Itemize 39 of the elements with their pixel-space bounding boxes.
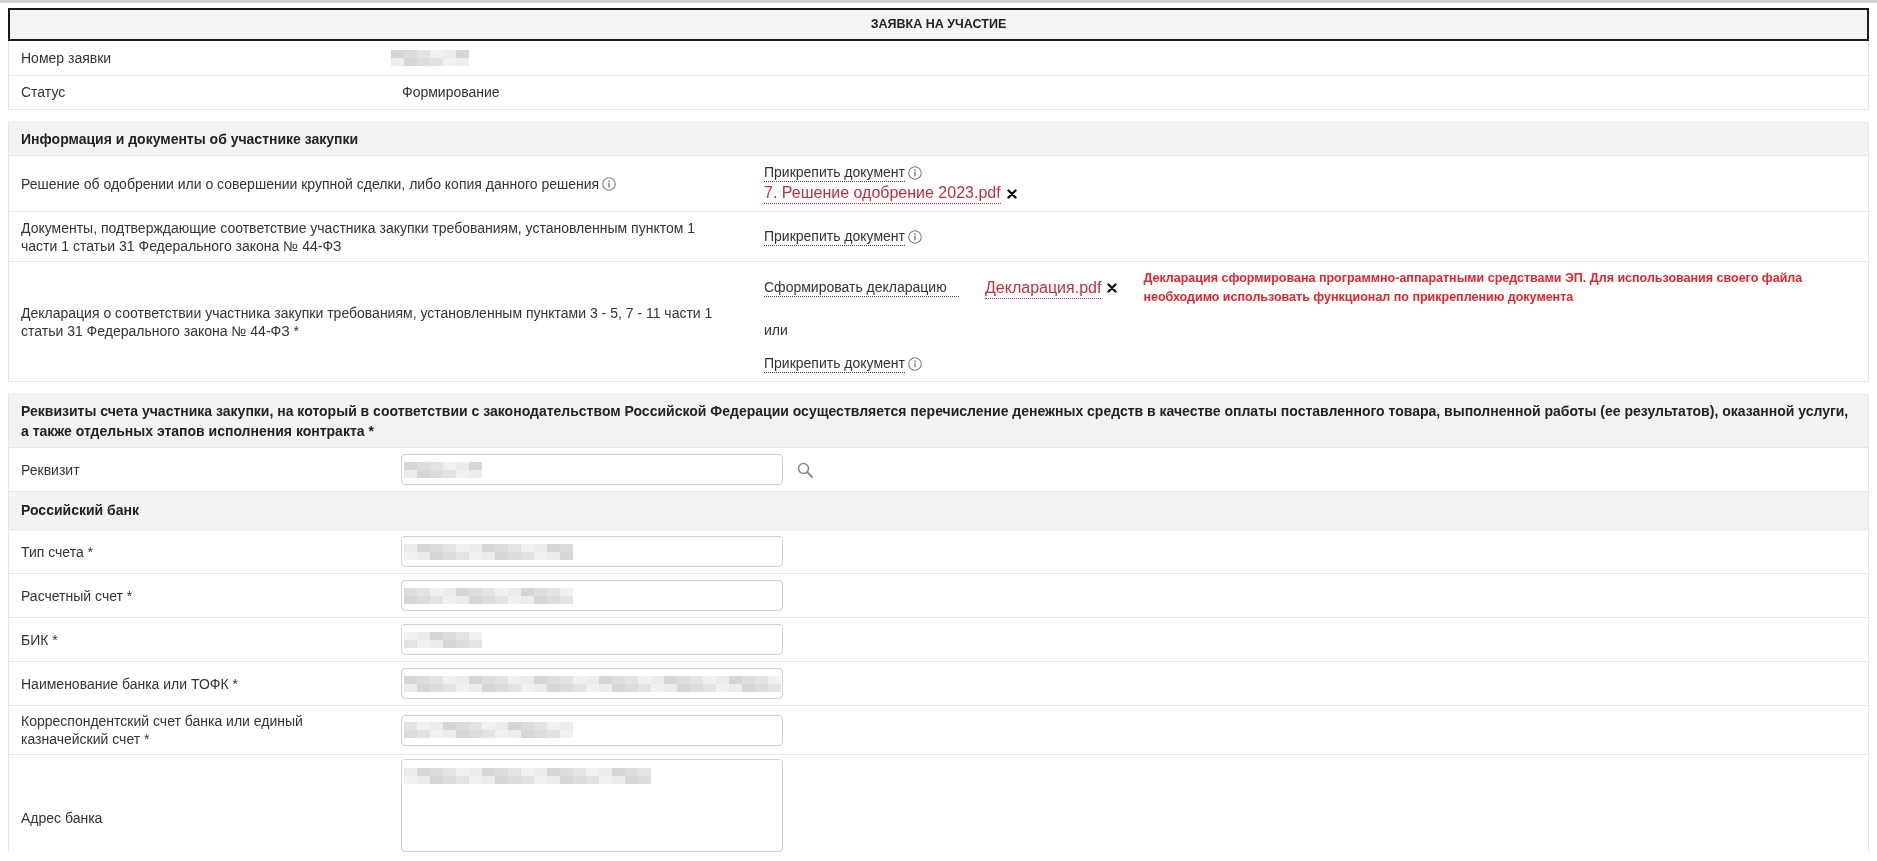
section-header: Реквизиты счета участника закупки, на который в соответствии с законодательством Российской Федерации осуществляется перечисление денежных средств в качестве оплаты поставленного товара, выполненной работы (ее результатов), оказанной услуги, а также отдельных этапов исполнения контракта *: [9, 395, 1868, 447]
requirement-label: Документы, подтверждающие соответствие участника закупки требованиям, установленным пунктом 1 части 1 статьи 31 Федерального закона № 44-ФЗ: [21, 219, 696, 254]
attach-document-link[interactable]: Прикрепить документ: [764, 164, 905, 182]
close-icon[interactable]: [1006, 188, 1017, 199]
field-label: Наименование банка или ТОФК *: [20, 674, 239, 693]
form-title: ЗАЯВКА НА УЧАСТИЕ: [8, 8, 1869, 41]
field-label: БИК *: [20, 630, 59, 649]
text-field[interactable]: [401, 536, 783, 567]
text-field[interactable]: [401, 454, 783, 485]
field-label: Номер заявки: [20, 48, 113, 68]
close-icon[interactable]: [1107, 283, 1118, 293]
file-link[interactable]: 7. Решение одобрение 2023.pdf: [764, 183, 1001, 204]
info-icon[interactable]: [908, 357, 922, 371]
attach-document-link[interactable]: Прикрепить документ: [764, 227, 905, 246]
field-label: Реквизит: [20, 460, 81, 479]
text-field[interactable]: [401, 624, 783, 655]
file-link[interactable]: Декларация.pdf: [985, 277, 1102, 299]
field-value: Формирование: [402, 83, 500, 102]
info-icon[interactable]: [908, 229, 922, 244]
section-header: Информация и документы об участнике закупки: [9, 123, 1868, 155]
subsection-header: Российский банк: [9, 491, 1868, 529]
generate-declaration-link[interactable]: Сформировать декларацию: [764, 279, 947, 296]
field-label: Тип счета *: [20, 542, 95, 561]
requirement-label: Декларация о соответствии участника закупки требованиям, установленным пунктами 3 - 5, 7 - 11 части 1 статьи 31 Федерального закона № 44-ФЗ *: [21, 304, 713, 339]
requirement-label: Решение об одобрении или о совершении крупной сделки, либо копия данного решения: [21, 175, 600, 192]
or-text: или: [764, 322, 788, 339]
attach-document-link[interactable]: Прикрепить документ: [764, 355, 905, 373]
text-field[interactable]: [401, 580, 783, 611]
field-label: Статус: [20, 83, 67, 102]
text-field[interactable]: [401, 668, 783, 699]
field-label: Корреспондентский счет банка или единый казначейский счет *: [20, 712, 304, 748]
warning-note: Декларация сформирована программно-аппаратными средствами ЭП. Для использования своего файла необходимо использовать функционал по прикреплению документа: [1143, 270, 1804, 306]
text-field[interactable]: [401, 714, 783, 746]
info-icon[interactable]: [908, 166, 922, 180]
textarea-field[interactable]: [401, 759, 783, 852]
info-icon[interactable]: [602, 176, 617, 191]
search-icon[interactable]: [797, 461, 813, 478]
field-label: Расчетный счет *: [20, 586, 134, 605]
field-label: Адрес банка: [20, 809, 104, 827]
